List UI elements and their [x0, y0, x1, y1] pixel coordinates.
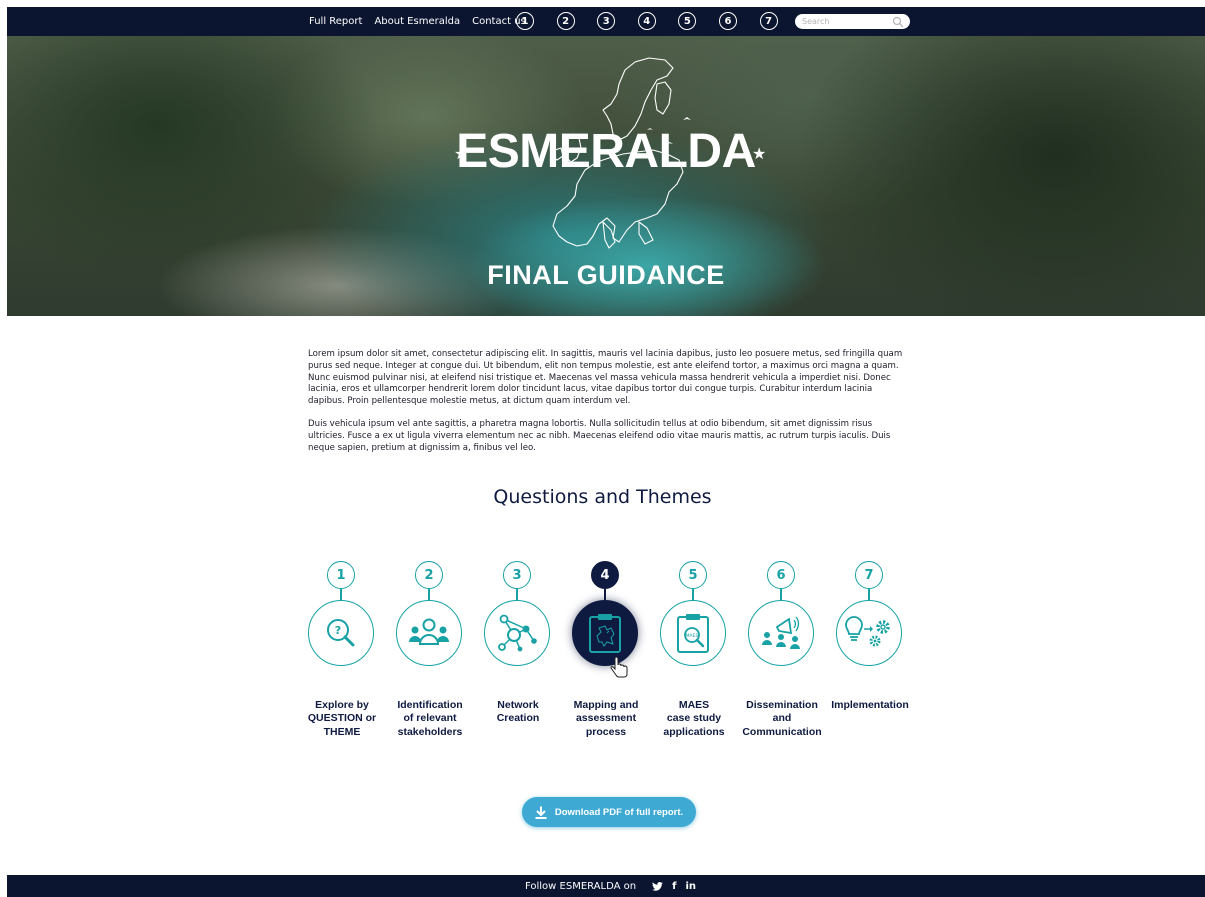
lightbulb-gear-icon	[845, 616, 890, 647]
theme-number: 2	[415, 561, 443, 589]
theme-number: 1	[327, 561, 355, 589]
theme-number: 3	[503, 561, 531, 589]
hero-banner: ★ ESMERALDA ★ FINAL GUIDANCE	[7, 36, 1205, 316]
search-icon[interactable]	[892, 16, 904, 28]
theme-number: 7	[855, 561, 883, 589]
theme-circle[interactable]	[484, 600, 550, 666]
themes-row: 1 ? Explore by QUESTION or THEME 2 Ident…	[0, 560, 1205, 750]
nav-step-5[interactable]: 5	[678, 12, 697, 30]
theme-number: 5	[679, 561, 707, 589]
theme-label: Implementation	[831, 699, 909, 711]
linkedin-icon[interactable]: in	[685, 881, 696, 892]
network-icon	[498, 614, 537, 652]
footer-bar: Follow ESMERALDA on f in	[7, 875, 1205, 897]
nav-step-1[interactable]: 1	[516, 12, 534, 30]
svg-text:?: ?	[335, 624, 341, 637]
theme-circle[interactable]: MAES	[660, 600, 726, 666]
download-pdf-label: Download PDF of full report.	[554, 806, 684, 818]
theme-number: 6	[767, 561, 795, 589]
section-title: Questions and Themes	[493, 486, 712, 508]
theme-number: 4	[591, 561, 619, 589]
footer-follow-text: Follow ESMERALDA on	[524, 880, 637, 892]
theme-circle[interactable]	[836, 600, 902, 666]
theme-circle[interactable]	[748, 600, 814, 666]
svg-text:MAES: MAES	[686, 633, 699, 639]
download-icon	[535, 806, 547, 819]
hero-subtitle: FINAL GUIDANCE	[487, 260, 725, 290]
twitter-icon[interactable]	[652, 881, 664, 891]
theme-circle[interactable]	[396, 600, 462, 666]
nav-link-full-report[interactable]: Full Report	[309, 16, 362, 27]
nav-step-3[interactable]: 3	[597, 12, 616, 30]
download-pdf-button[interactable]: Download PDF of full report.	[522, 797, 696, 827]
top-navigation-bar: Full Report About Esmeralda Contact us 1…	[7, 7, 1205, 36]
intro-text: Lorem ipsum dolor sit amet, consectetur …	[308, 349, 908, 465]
hand-pointer-icon	[610, 657, 628, 678]
nav-link-about[interactable]: About Esmeralda	[374, 16, 460, 27]
case-study-clipboard-icon: MAES	[677, 614, 709, 653]
nav-step-4[interactable]: 4	[637, 12, 656, 30]
nav-links: Full Report About Esmeralda Contact us	[309, 7, 538, 36]
nav-step-numbers: 1 2 3 4 5 6 7	[516, 12, 800, 30]
hero-title: ESMERALDA	[456, 125, 756, 178]
question-search-icon: ?	[327, 619, 355, 647]
facebook-icon[interactable]: f	[672, 881, 676, 892]
megaphone-people-icon	[762, 616, 800, 649]
star-right-icon: ★	[752, 144, 767, 163]
intro-paragraph-1: Lorem ipsum dolor sit amet, consectetur …	[308, 349, 903, 407]
theme-circle[interactable]: ?	[308, 600, 374, 666]
people-icon	[409, 618, 449, 645]
map-clipboard-icon	[589, 614, 621, 653]
nav-step-6[interactable]: 6	[718, 12, 737, 30]
intro-paragraph-2: Duis vehicula ipsum vel ante sagittis, a…	[308, 418, 891, 453]
nav-step-7[interactable]: 7	[759, 12, 778, 30]
nav-step-2[interactable]: 2	[556, 12, 575, 30]
